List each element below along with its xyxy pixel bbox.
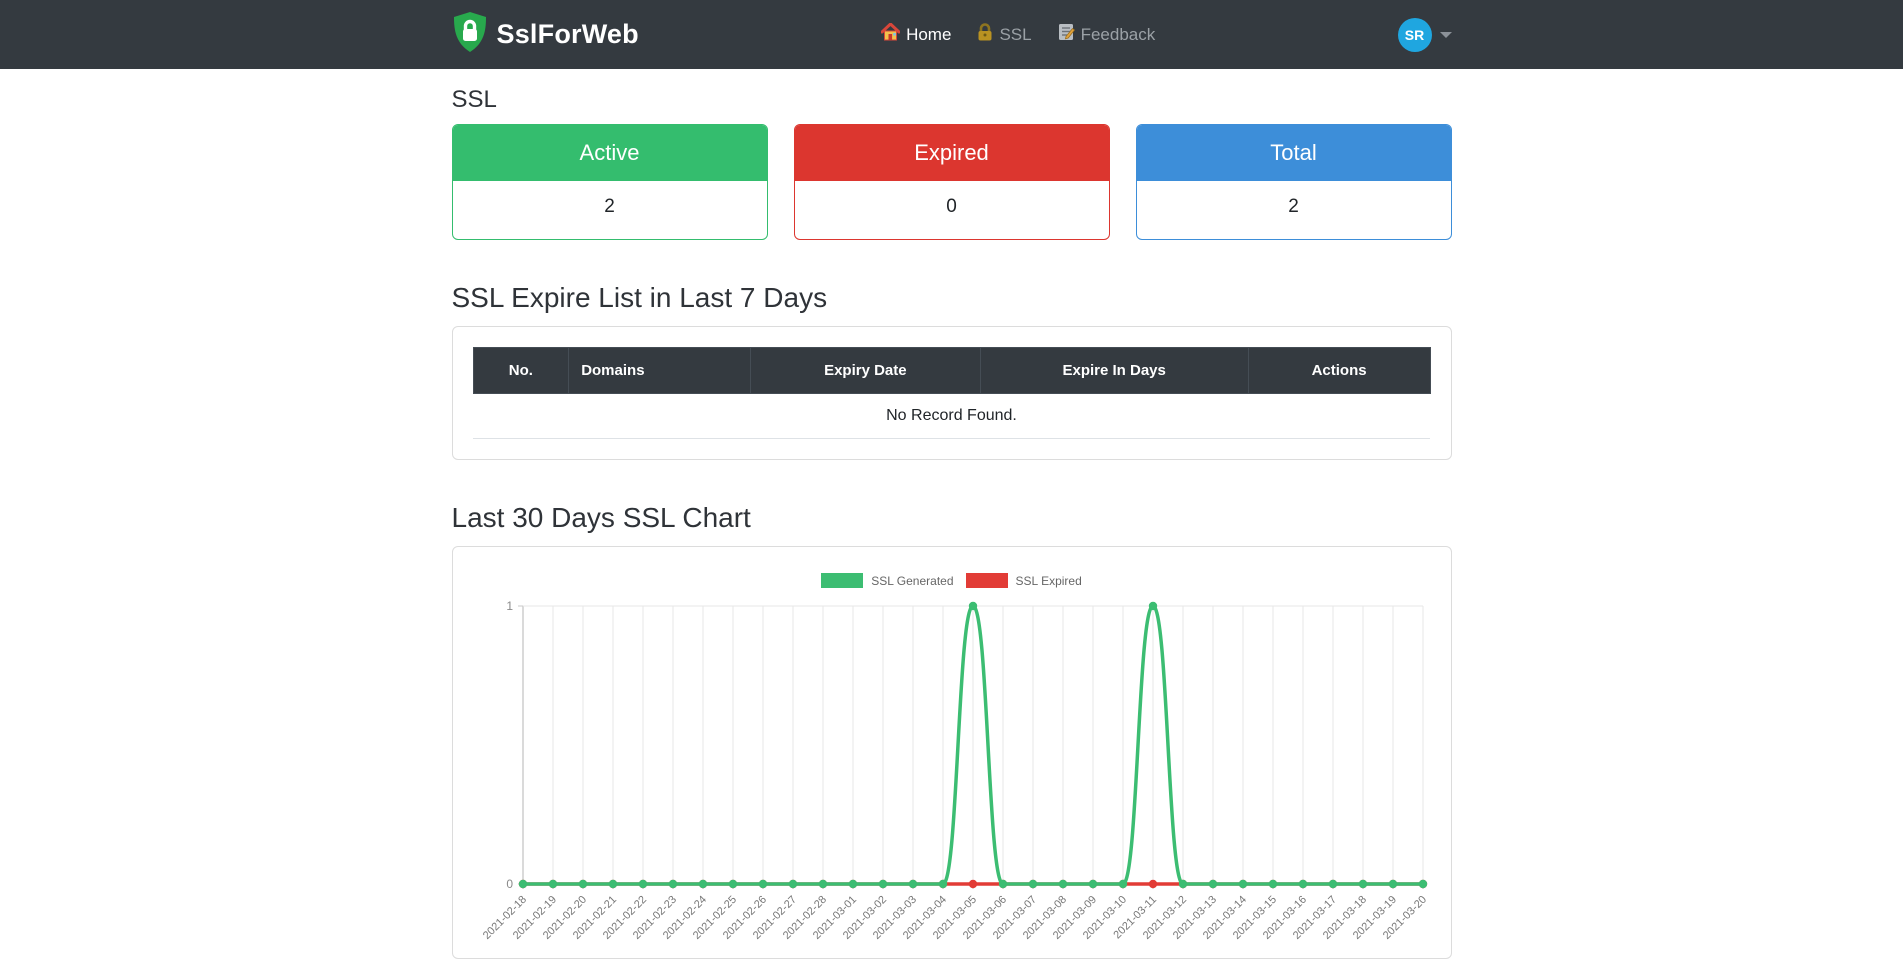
lock-icon: [977, 23, 993, 46]
column-domains: Domains: [568, 347, 752, 394]
memo-icon: [1058, 23, 1075, 46]
user-menu[interactable]: SR: [1397, 17, 1452, 52]
shield-lock-logo-icon: [452, 11, 488, 58]
expire-table-header-row: No. Domains Expiry Date Expire In Days A…: [472, 347, 1431, 394]
generated-legend-swatch: [821, 573, 864, 588]
legend-label: SSL Generated: [871, 573, 954, 588]
legend-item-generated[interactable]: SSL Generated: [821, 573, 954, 588]
chart-section-title: Last 30 Days SSL Chart: [451, 502, 751, 533]
active-card-value: 2: [604, 196, 615, 217]
no-record-text: No Record Found.: [473, 393, 1430, 439]
empty-row: No Record Found.: [473, 393, 1430, 439]
expired-legend-swatch: [965, 573, 1008, 588]
chart-legend: SSL Generated SSL Expired: [473, 573, 1431, 588]
expire-list-title: SSL Expire List in Last 7 Days: [451, 282, 828, 313]
chart-panel: SSL Generated SSL Expired 0 1 2021-02-18 20…: [451, 546, 1452, 959]
nav-menu: Home SSL Feedback: [639, 21, 1398, 46]
active-card: Active 2: [451, 124, 768, 240]
nav-item-label: Home: [906, 24, 952, 44]
nav-item-ssl[interactable]: SSL: [977, 23, 1032, 46]
column-expiry-date: Expiry Date: [750, 347, 981, 394]
home-icon: [880, 21, 901, 46]
navbar: SslForWeb Home SSL Feedback SR: [0, 0, 1903, 69]
column-no: No.: [472, 347, 570, 394]
active-card-header: Active: [452, 125, 767, 181]
brand-title: SslForWeb: [496, 19, 639, 49]
svg-text:1: 1: [506, 599, 513, 613]
brand[interactable]: SslForWeb: [452, 11, 639, 58]
ssl-line-chart[interactable]: 012021-02-182021-02-192021-02-202021-02-…: [473, 592, 1431, 944]
column-actions: Actions: [1247, 347, 1431, 394]
total-card-header: Total: [1136, 125, 1451, 181]
legend-item-expired[interactable]: SSL Expired: [965, 573, 1082, 588]
total-card-value: 2: [1288, 196, 1299, 217]
expire-table: No. Domains Expiry Date Expire In Days A…: [472, 347, 1431, 439]
expire-list-panel: No. Domains Expiry Date Expire In Days A…: [451, 326, 1452, 460]
nav-item-home[interactable]: Home: [880, 21, 952, 46]
expired-card: Expired 0: [793, 124, 1110, 240]
ssl-section-title: SSL: [451, 86, 497, 113]
nav-item-feedback[interactable]: Feedback: [1058, 23, 1156, 46]
total-card: Total 2: [1135, 124, 1452, 240]
nav-item-label: Feedback: [1080, 24, 1156, 44]
column-expire-in-days: Expire In Days: [979, 347, 1249, 394]
ssl-stat-cards: Active 2 Expired 0 Total 2: [451, 124, 1452, 240]
expired-card-value: 0: [946, 196, 957, 217]
expired-card-header: Expired: [794, 125, 1109, 181]
chevron-down-icon: [1439, 31, 1452, 38]
svg-text:0: 0: [506, 877, 513, 891]
avatar[interactable]: SR: [1397, 17, 1432, 52]
main-content: SSL Active 2 Expired 0 Total 2 SSL Expir…: [451, 86, 1452, 959]
legend-label: SSL Expired: [1015, 573, 1082, 588]
nav-item-label: SSL: [999, 24, 1032, 44]
